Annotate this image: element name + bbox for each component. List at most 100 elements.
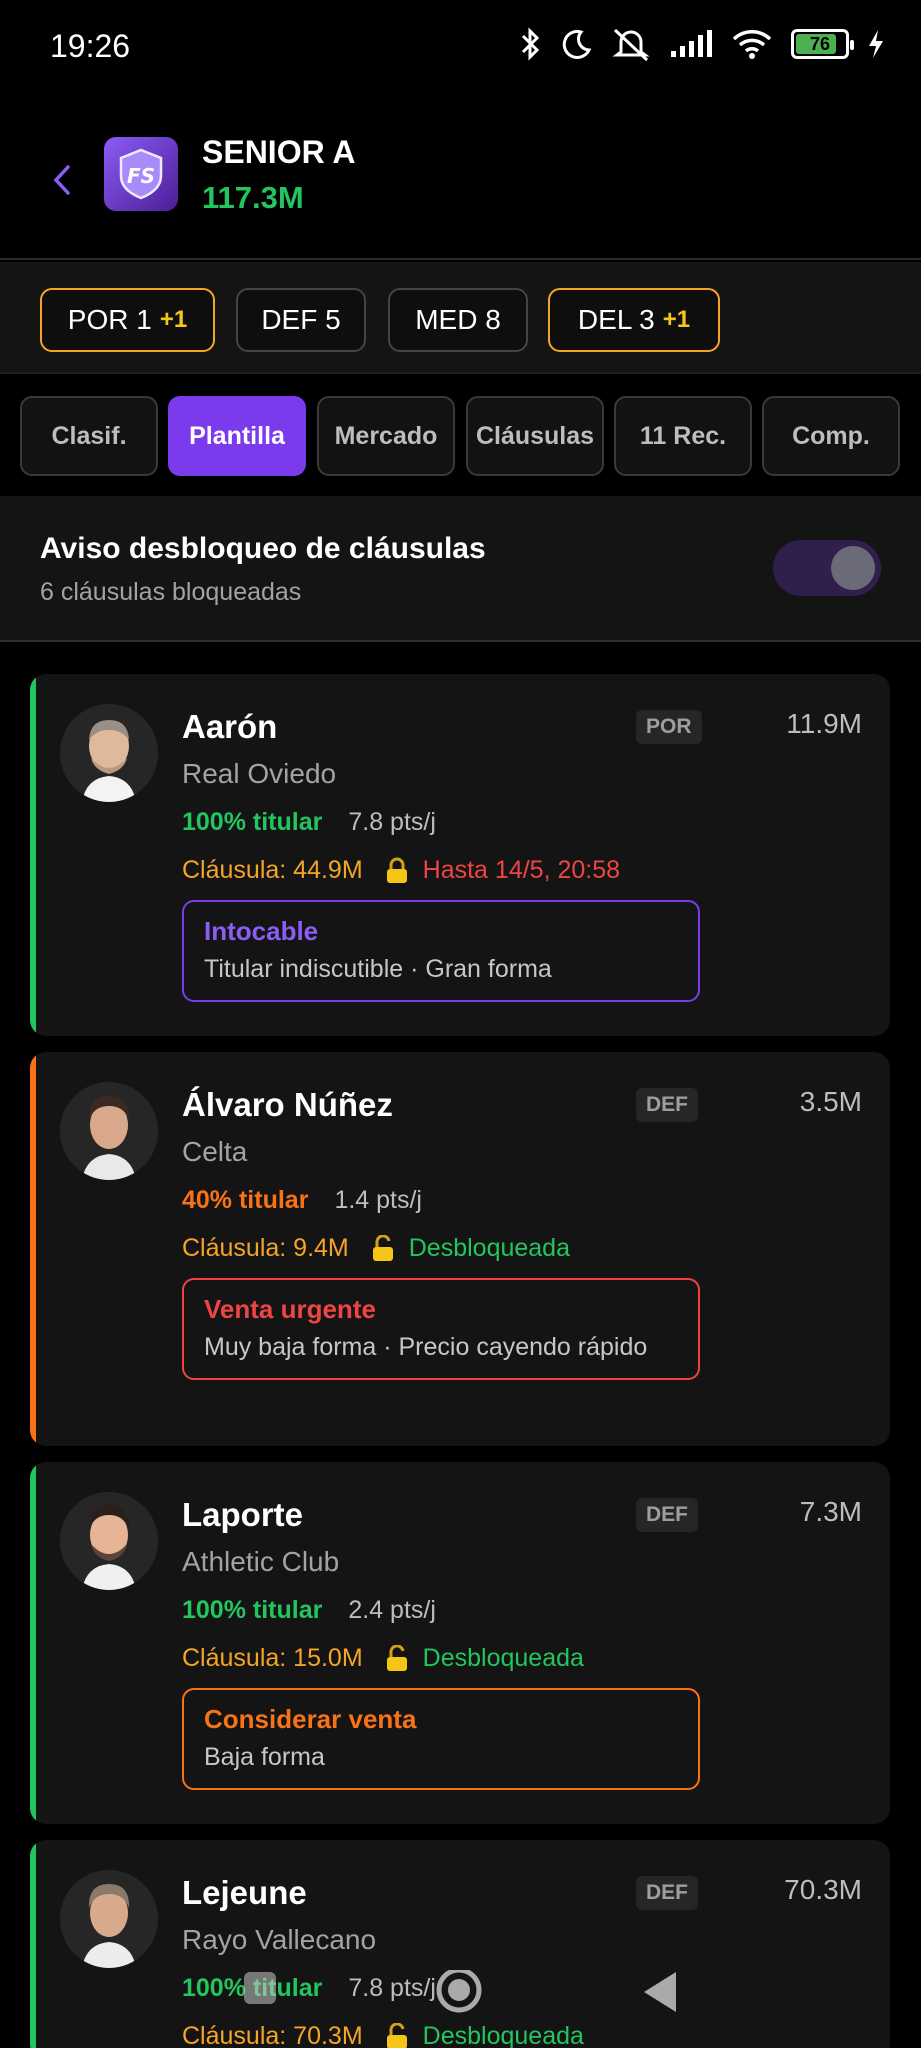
starter-pct: 100% titular [182,1596,323,1624]
notice-toggle[interactable] [773,540,881,596]
advice-box: Intocable Titular indiscutible · Gran fo… [182,900,700,1002]
chip-label: POR 1 [67,304,152,335]
tab-clasif[interactable]: Clasif. [20,396,158,476]
chip-med[interactable]: MED 8 [388,288,528,352]
clause-status: Desbloqueada [422,2022,584,2048]
player-club: Athletic Club [182,1546,340,1577]
player-value: 3.5M [799,1086,862,1117]
chevron-left-icon [53,165,70,195]
player-club: Rayo Vallecano [182,1924,377,1955]
player-photo-icon [60,1492,158,1590]
player-photo-icon [60,1870,158,1968]
advice-description: Titular indiscutible · Gran forma [204,955,552,983]
svg-text:FS: FS [127,164,155,188]
player-avatar [60,1082,158,1180]
chip-label: MED 8 [415,304,501,335]
player-name: Álvaro Núñez [182,1086,393,1123]
chip-por[interactable]: POR 1 +1 [40,288,215,352]
points-per-game: 1.4 pts/j [334,1186,422,1214]
tab-comp[interactable]: Comp. [762,396,900,476]
player-photo-icon [60,1082,158,1180]
chip-def[interactable]: DEF 5 [236,288,366,352]
tab-mercado[interactable]: Mercado [317,396,455,476]
card-accent [30,1462,36,1824]
chip-extra: +1 [159,306,188,333]
wifi-icon [732,30,772,59]
player-card[interactable]: Aarón Real Oviedo POR 11.9M 100% titular… [30,674,890,1036]
bell-off-icon [612,28,650,62]
back-button[interactable] [44,158,80,202]
advice-box: Considerar venta Baja forma [182,1688,700,1790]
player-club: Real Oviedo [182,758,337,789]
player-clause: Cláusula: 44.9M Hasta 14/5, 20:58 [182,856,620,885]
starter-pct: 40% titular [182,1186,309,1214]
status-icons: 76 [519,26,885,62]
player-card[interactable]: Álvaro Núñez Celta DEF 3.5M 40% titular … [30,1052,890,1446]
player-value: 70.3M [784,1874,862,1905]
position-chips: POR 1 +1 DEF 5 MED 8 DEL 3 +1 [0,262,921,374]
player-clause: Cláusula: 9.4M Desbloqueada [182,1234,570,1263]
charging-icon [869,30,883,58]
recents-icon [244,1972,276,2004]
position-badge: DEF [636,1088,698,1122]
tab-plantilla[interactable]: Plantilla [168,396,306,476]
moon-icon [562,29,592,59]
points-per-game: 2.4 pts/j [348,1596,436,1624]
clause-status: Desbloqueada [408,1234,570,1262]
player-card[interactable]: Laporte Athletic Club DEF 7.3M 100% titu… [30,1462,890,1824]
home-button[interactable] [434,1967,484,2025]
advice-description: Muy baja forma · Precio cayendo rápido [204,1333,648,1361]
toggle-knob [831,546,875,590]
notice-subtitle: 6 cláusulas bloqueadas [40,578,302,606]
signal-icon [671,30,712,57]
advice-title: Venta urgente [204,1294,376,1324]
team-crest-icon: FS [119,148,163,200]
clause-unlock-notice: Aviso desbloqueo de cláusulas 6 cláusula… [0,496,921,642]
clause-amount: Cláusula: 44.9M [182,856,363,884]
system-nav-bar [0,1960,921,2020]
advice-box: Venta urgente Muy baja forma · Precio ca… [182,1278,700,1380]
team-value: 117.3M [202,180,304,215]
player-stats: 40% titular 1.4 pts/j [182,1186,422,1215]
card-accent [30,1052,36,1446]
player-name: Lejeune [182,1874,307,1911]
tab-bar: Clasif. Plantilla Mercado Cláusulas 11 R… [0,376,921,494]
card-accent [30,674,36,1036]
bluetooth-icon [521,27,540,61]
status-time: 19:26 [50,28,131,64]
chip-extra: +1 [662,306,691,333]
back-nav-button[interactable] [640,1970,680,2019]
position-badge: POR [636,710,702,744]
position-badge: DEF [636,1876,698,1910]
clause-amount: Cláusula: 15.0M [182,1644,363,1672]
status-bar: 19:26 76 [0,0,921,92]
player-avatar [60,1870,158,1968]
player-value: 11.9M [786,708,862,739]
tab-11-rec[interactable]: 11 Rec. [614,396,752,476]
player-stats: 100% titular 2.4 pts/j [182,1596,436,1625]
player-stats: 100% titular 7.8 pts/j [182,808,436,837]
back-triangle-icon [644,1972,676,2012]
chip-del[interactable]: DEL 3 +1 [548,288,720,352]
player-value: 7.3M [799,1496,862,1527]
recents-button[interactable] [242,1970,278,2011]
team-name: SENIOR A [202,134,356,170]
advice-description: Baja forma [204,1743,325,1771]
home-icon [436,1967,482,2013]
chip-label: DEL 3 [577,304,655,335]
advice-title: Intocable [204,916,319,946]
team-logo: FS [104,137,178,211]
tab-clausulas[interactable]: Cláusulas [466,396,604,476]
position-badge: DEF [636,1498,698,1532]
battery-icon: 76 [791,29,854,59]
player-clause: Cláusula: 70.3M Desbloqueada [182,2022,584,2048]
notice-title: Aviso desbloqueo de cláusulas [40,532,486,565]
clause-amount: Cláusula: 9.4M [182,1234,349,1262]
clause-status: Desbloqueada [422,1644,584,1672]
lock-icon [385,857,409,885]
player-club: Celta [182,1136,248,1167]
player-name: Laporte [182,1496,304,1533]
player-avatar [60,704,158,802]
player-avatar [60,1492,158,1590]
chip-label: DEF 5 [261,304,341,335]
